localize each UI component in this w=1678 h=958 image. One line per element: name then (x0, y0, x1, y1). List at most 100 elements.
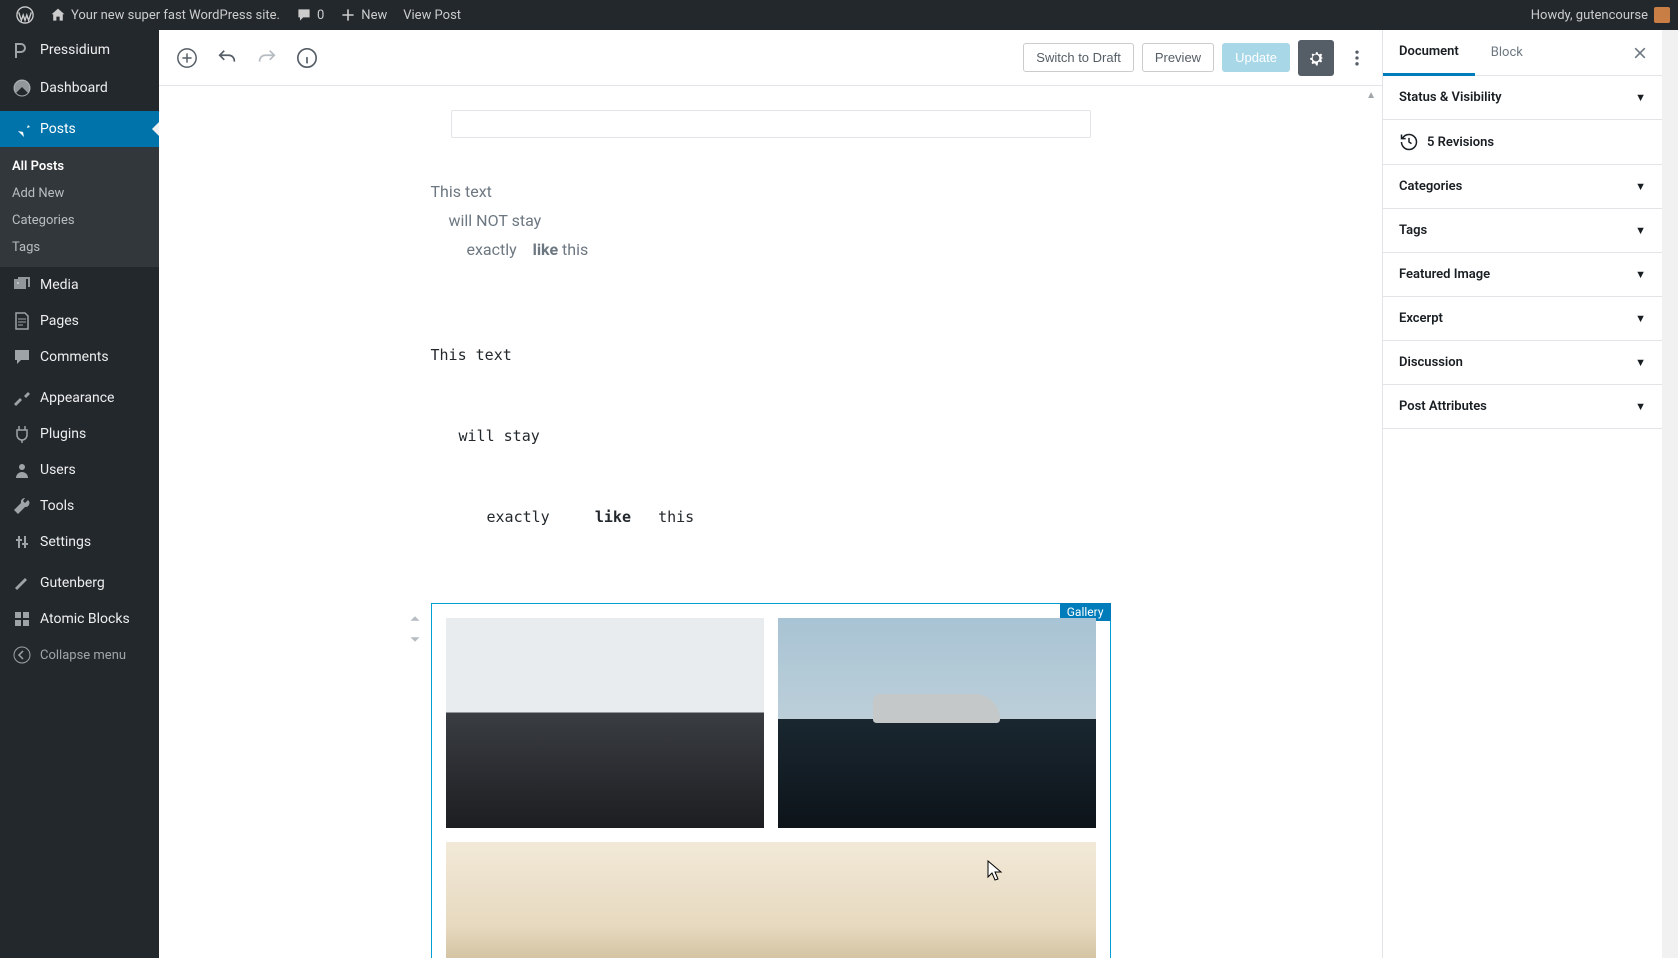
collapse-menu[interactable]: Collapse menu (0, 637, 159, 673)
users-icon (12, 460, 32, 480)
sidebar-item-plugins[interactable]: Plugins (0, 416, 159, 452)
collapse-icon (12, 645, 32, 665)
switch-to-draft-button[interactable]: Switch to Draft (1023, 43, 1134, 72)
gutenberg-icon (12, 573, 32, 593)
block-placeholder[interactable] (451, 110, 1091, 138)
sidebar-item-users[interactable]: Users (0, 452, 159, 488)
new-content-link[interactable]: New (332, 0, 395, 30)
block-movers (406, 610, 424, 648)
kebab-icon (1347, 48, 1367, 68)
update-button: Update (1222, 43, 1290, 72)
panel-categories[interactable]: Categories ▼ (1383, 165, 1662, 209)
panel-excerpt[interactable]: Excerpt ▼ (1383, 297, 1662, 341)
add-block-button[interactable] (169, 40, 205, 76)
content-info-button[interactable] (289, 40, 325, 76)
comments-count: 0 (317, 8, 324, 23)
gallery-image-3[interactable] (446, 842, 1096, 958)
dashboard-icon (12, 78, 32, 98)
settings-toggle-button[interactable] (1298, 40, 1334, 76)
redo-icon (256, 47, 278, 69)
chevron-down-icon: ▼ (1635, 400, 1646, 413)
plus-circle-icon (176, 47, 198, 69)
sidebar-item-tools[interactable]: Tools (0, 488, 159, 524)
site-title: Your new super fast WordPress site. (71, 8, 280, 23)
more-options-button[interactable] (1342, 40, 1372, 76)
chevron-down-icon: ▼ (1635, 312, 1646, 325)
settings-sidebar: Document Block Status & Visibility ▼ 5 R… (1382, 30, 1662, 958)
chevron-down-icon: ▼ (1635, 180, 1646, 193)
appearance-icon (12, 388, 32, 408)
plugins-icon (12, 424, 32, 444)
tools-icon (12, 496, 32, 516)
sidebar-item-settings[interactable]: Settings (0, 524, 159, 560)
admin-bar-right[interactable]: Howdy, gutencourse (1531, 7, 1670, 23)
editor-toolbar: Switch to Draft Preview Update (159, 30, 1382, 86)
tab-block[interactable]: Block (1475, 31, 1539, 74)
history-icon (1399, 132, 1419, 152)
gear-icon (1306, 48, 1326, 68)
comments-link[interactable]: 0 (288, 0, 332, 30)
inspector-tabs: Document Block (1383, 30, 1662, 76)
paragraph-block[interactable]: This text will NOT stay exactly like thi… (431, 178, 1111, 264)
admin-bar: Your new super fast WordPress site. 0 Ne… (0, 0, 1678, 30)
undo-icon (216, 47, 238, 69)
close-icon (1632, 45, 1648, 61)
gallery-block[interactable]: Gallery (431, 603, 1111, 958)
panel-tags[interactable]: Tags ▼ (1383, 209, 1662, 253)
avatar (1654, 7, 1670, 23)
submenu-add-new[interactable]: Add New (0, 180, 159, 207)
editor-content-area: Switch to Draft Preview Update ▲ This te… (159, 30, 1382, 958)
brand-icon (12, 40, 32, 60)
admin-bar-left: Your new super fast WordPress site. 0 Ne… (8, 0, 469, 30)
tab-document[interactable]: Document (1383, 30, 1475, 76)
howdy-text: Howdy, gutencourse (1531, 8, 1648, 23)
comments-icon (12, 347, 32, 367)
sidebar-item-comments[interactable]: Comments (0, 339, 159, 375)
chevron-down-icon: ▼ (1635, 356, 1646, 369)
undo-button[interactable] (209, 40, 245, 76)
atomic-icon (12, 609, 32, 629)
close-sidebar-button[interactable] (1618, 45, 1662, 61)
scrollbar[interactable] (1662, 30, 1678, 958)
media-icon (12, 275, 32, 295)
preview-button[interactable]: Preview (1142, 43, 1214, 72)
sidebar-item-atomic[interactable]: Atomic Blocks (0, 601, 159, 637)
page-icon (12, 311, 32, 331)
pin-icon (12, 119, 32, 139)
sidebar-item-pages[interactable]: Pages (0, 303, 159, 339)
move-up-icon[interactable] (406, 610, 424, 628)
gallery-image-2[interactable] (778, 618, 1096, 828)
plus-icon (340, 7, 356, 23)
submenu-categories[interactable]: Categories (0, 207, 159, 234)
move-down-icon[interactable] (406, 630, 424, 648)
panel-status-visibility[interactable]: Status & Visibility ▼ (1383, 76, 1662, 120)
sidebar-item-appearance[interactable]: Appearance (0, 380, 159, 416)
sidebar-submenu-posts: All Posts Add New Categories Tags (0, 147, 159, 267)
panel-post-attributes[interactable]: Post Attributes ▼ (1383, 385, 1662, 429)
new-label: New (361, 8, 387, 23)
chevron-down-icon: ▼ (1635, 91, 1646, 104)
sidebar-item-posts[interactable]: Posts (0, 111, 159, 147)
view-post-link[interactable]: View Post (395, 0, 469, 30)
sidebar-item-gutenberg[interactable]: Gutenberg (0, 565, 159, 601)
redo-button[interactable] (249, 40, 285, 76)
submenu-all-posts[interactable]: All Posts (0, 153, 159, 180)
panel-featured-image[interactable]: Featured Image ▼ (1383, 253, 1662, 297)
submenu-tags[interactable]: Tags (0, 234, 159, 261)
wp-logo[interactable] (8, 0, 42, 30)
admin-sidebar: Pressidium Dashboard Posts All Posts Add… (0, 30, 159, 958)
info-icon (296, 47, 318, 69)
chevron-down-icon: ▼ (1635, 224, 1646, 237)
sidebar-item-media[interactable]: Media (0, 267, 159, 303)
home-icon (50, 7, 66, 23)
gallery-image-1[interactable] (446, 618, 764, 828)
panel-revisions[interactable]: 5 Revisions (1383, 120, 1662, 165)
sidebar-brand[interactable]: Pressidium (0, 30, 159, 70)
editor-canvas[interactable]: This text will NOT stay exactly like thi… (159, 86, 1382, 958)
sidebar-item-dashboard[interactable]: Dashboard (0, 70, 159, 106)
preformatted-block[interactable]: This text will stay exactly like this (431, 288, 1111, 585)
panel-discussion[interactable]: Discussion ▼ (1383, 341, 1662, 385)
comment-icon (296, 7, 312, 23)
chevron-down-icon: ▼ (1635, 268, 1646, 281)
site-name-link[interactable]: Your new super fast WordPress site. (42, 0, 288, 30)
